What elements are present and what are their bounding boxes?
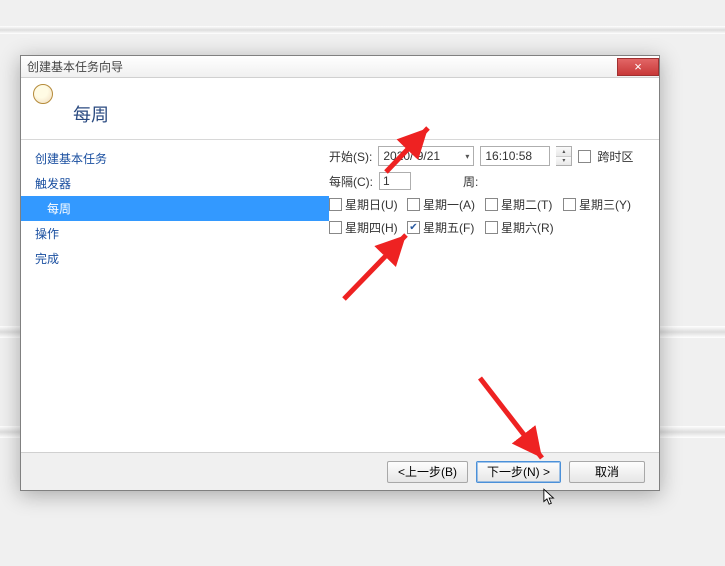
day-wed-checkbox[interactable] [563, 198, 576, 211]
cross-timezone-checkbox[interactable] [578, 150, 591, 163]
day-thu-label: 星期四(H) [345, 219, 398, 236]
cancel-button[interactable]: 取消 [569, 461, 645, 483]
recur-weeks-input[interactable]: 1 [379, 172, 411, 190]
nav-trigger[interactable]: 触发器 [21, 171, 329, 196]
start-date-picker[interactable]: 2020/ 9/21 ▾ [378, 146, 474, 166]
day-sat-label: 星期六(R) [501, 219, 554, 236]
page-title: 每周 [73, 101, 109, 127]
day-fri-label: 星期五(F) [423, 219, 474, 236]
day-sun-checkbox[interactable] [329, 198, 342, 211]
dialog-header: 每周 [21, 78, 659, 140]
nav-action[interactable]: 操作 [21, 221, 329, 246]
wizard-content: 开始(S): 2020/ 9/21 ▾ 16:10:58 ▴ ▾ 跨时区 每隔(… [329, 140, 659, 450]
dialog-footer: <上一步(B) 下一步(N) > 取消 [21, 452, 659, 490]
start-time-field[interactable]: 16:10:58 [480, 146, 550, 166]
next-button[interactable]: 下一步(N) > [476, 461, 561, 483]
wizard-nav: 创建基本任务 触发器 每周 操作 完成 [21, 140, 329, 450]
nav-create-task[interactable]: 创建基本任务 [21, 146, 329, 171]
mouse-cursor-icon [543, 488, 557, 508]
schedule-icon [33, 84, 53, 104]
time-spinner[interactable]: ▴ ▾ [556, 146, 572, 166]
dialog-title: 创建基本任务向导 [27, 58, 123, 75]
recur-unit-label: 周: [463, 173, 478, 190]
start-label: 开始(S): [329, 148, 372, 165]
day-thu-checkbox[interactable] [329, 221, 342, 234]
nav-weekly[interactable]: 每周 [21, 196, 329, 221]
day-fri-checkbox[interactable]: ✔ [407, 221, 420, 234]
day-mon-label: 星期一(A) [423, 196, 475, 213]
close-button[interactable]: × [617, 58, 659, 76]
chevron-down-icon: ▾ [465, 152, 469, 161]
day-tue-checkbox[interactable] [485, 198, 498, 211]
task-wizard-dialog: 创建基本任务向导 × 每周 创建基本任务 触发器 每周 操作 完成 开始(S):… [20, 55, 660, 491]
titlebar: 创建基本任务向导 × [21, 56, 659, 78]
day-tue-label: 星期二(T) [501, 196, 552, 213]
back-button[interactable]: <上一步(B) [387, 461, 468, 483]
cross-timezone-label: 跨时区 [597, 148, 633, 165]
recur-label: 每隔(C): [329, 173, 373, 190]
recur-value: 1 [383, 174, 390, 188]
day-wed-label: 星期三(Y) [579, 196, 631, 213]
day-sat-checkbox[interactable] [485, 221, 498, 234]
spinner-up-icon[interactable]: ▴ [556, 147, 571, 157]
spinner-down-icon[interactable]: ▾ [556, 157, 571, 166]
day-sun-label: 星期日(U) [345, 196, 398, 213]
start-time-value: 16:10:58 [485, 149, 532, 163]
day-mon-checkbox[interactable] [407, 198, 420, 211]
nav-finish[interactable]: 完成 [21, 246, 329, 271]
start-date-value: 2020/ 9/21 [383, 149, 440, 163]
